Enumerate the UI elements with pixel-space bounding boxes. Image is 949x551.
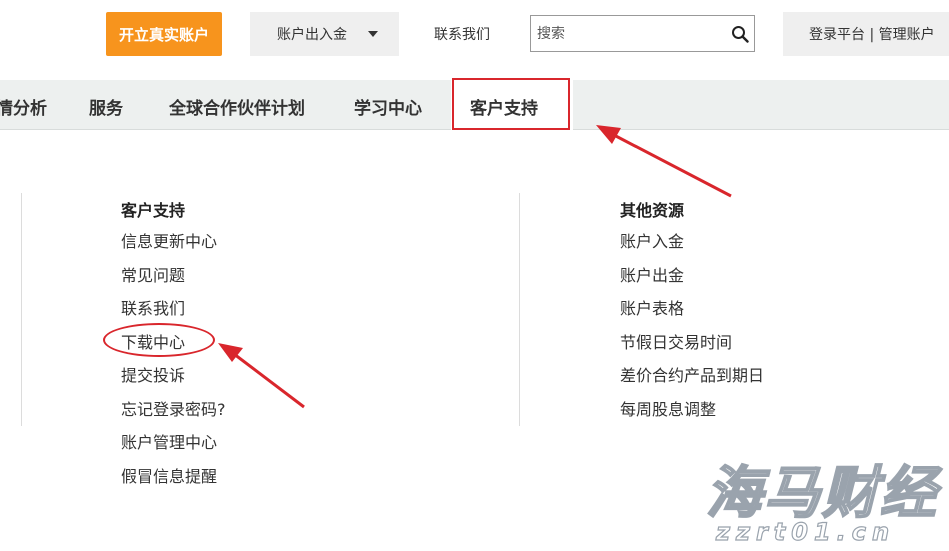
watermark-logo-text: 海马财经 (705, 460, 938, 527)
arrow-line-nav (611, 132, 732, 198)
arrow-head-nav (596, 125, 621, 144)
arrow-line-download (233, 352, 305, 409)
watermark-url: zzrt01.cn (715, 517, 896, 546)
